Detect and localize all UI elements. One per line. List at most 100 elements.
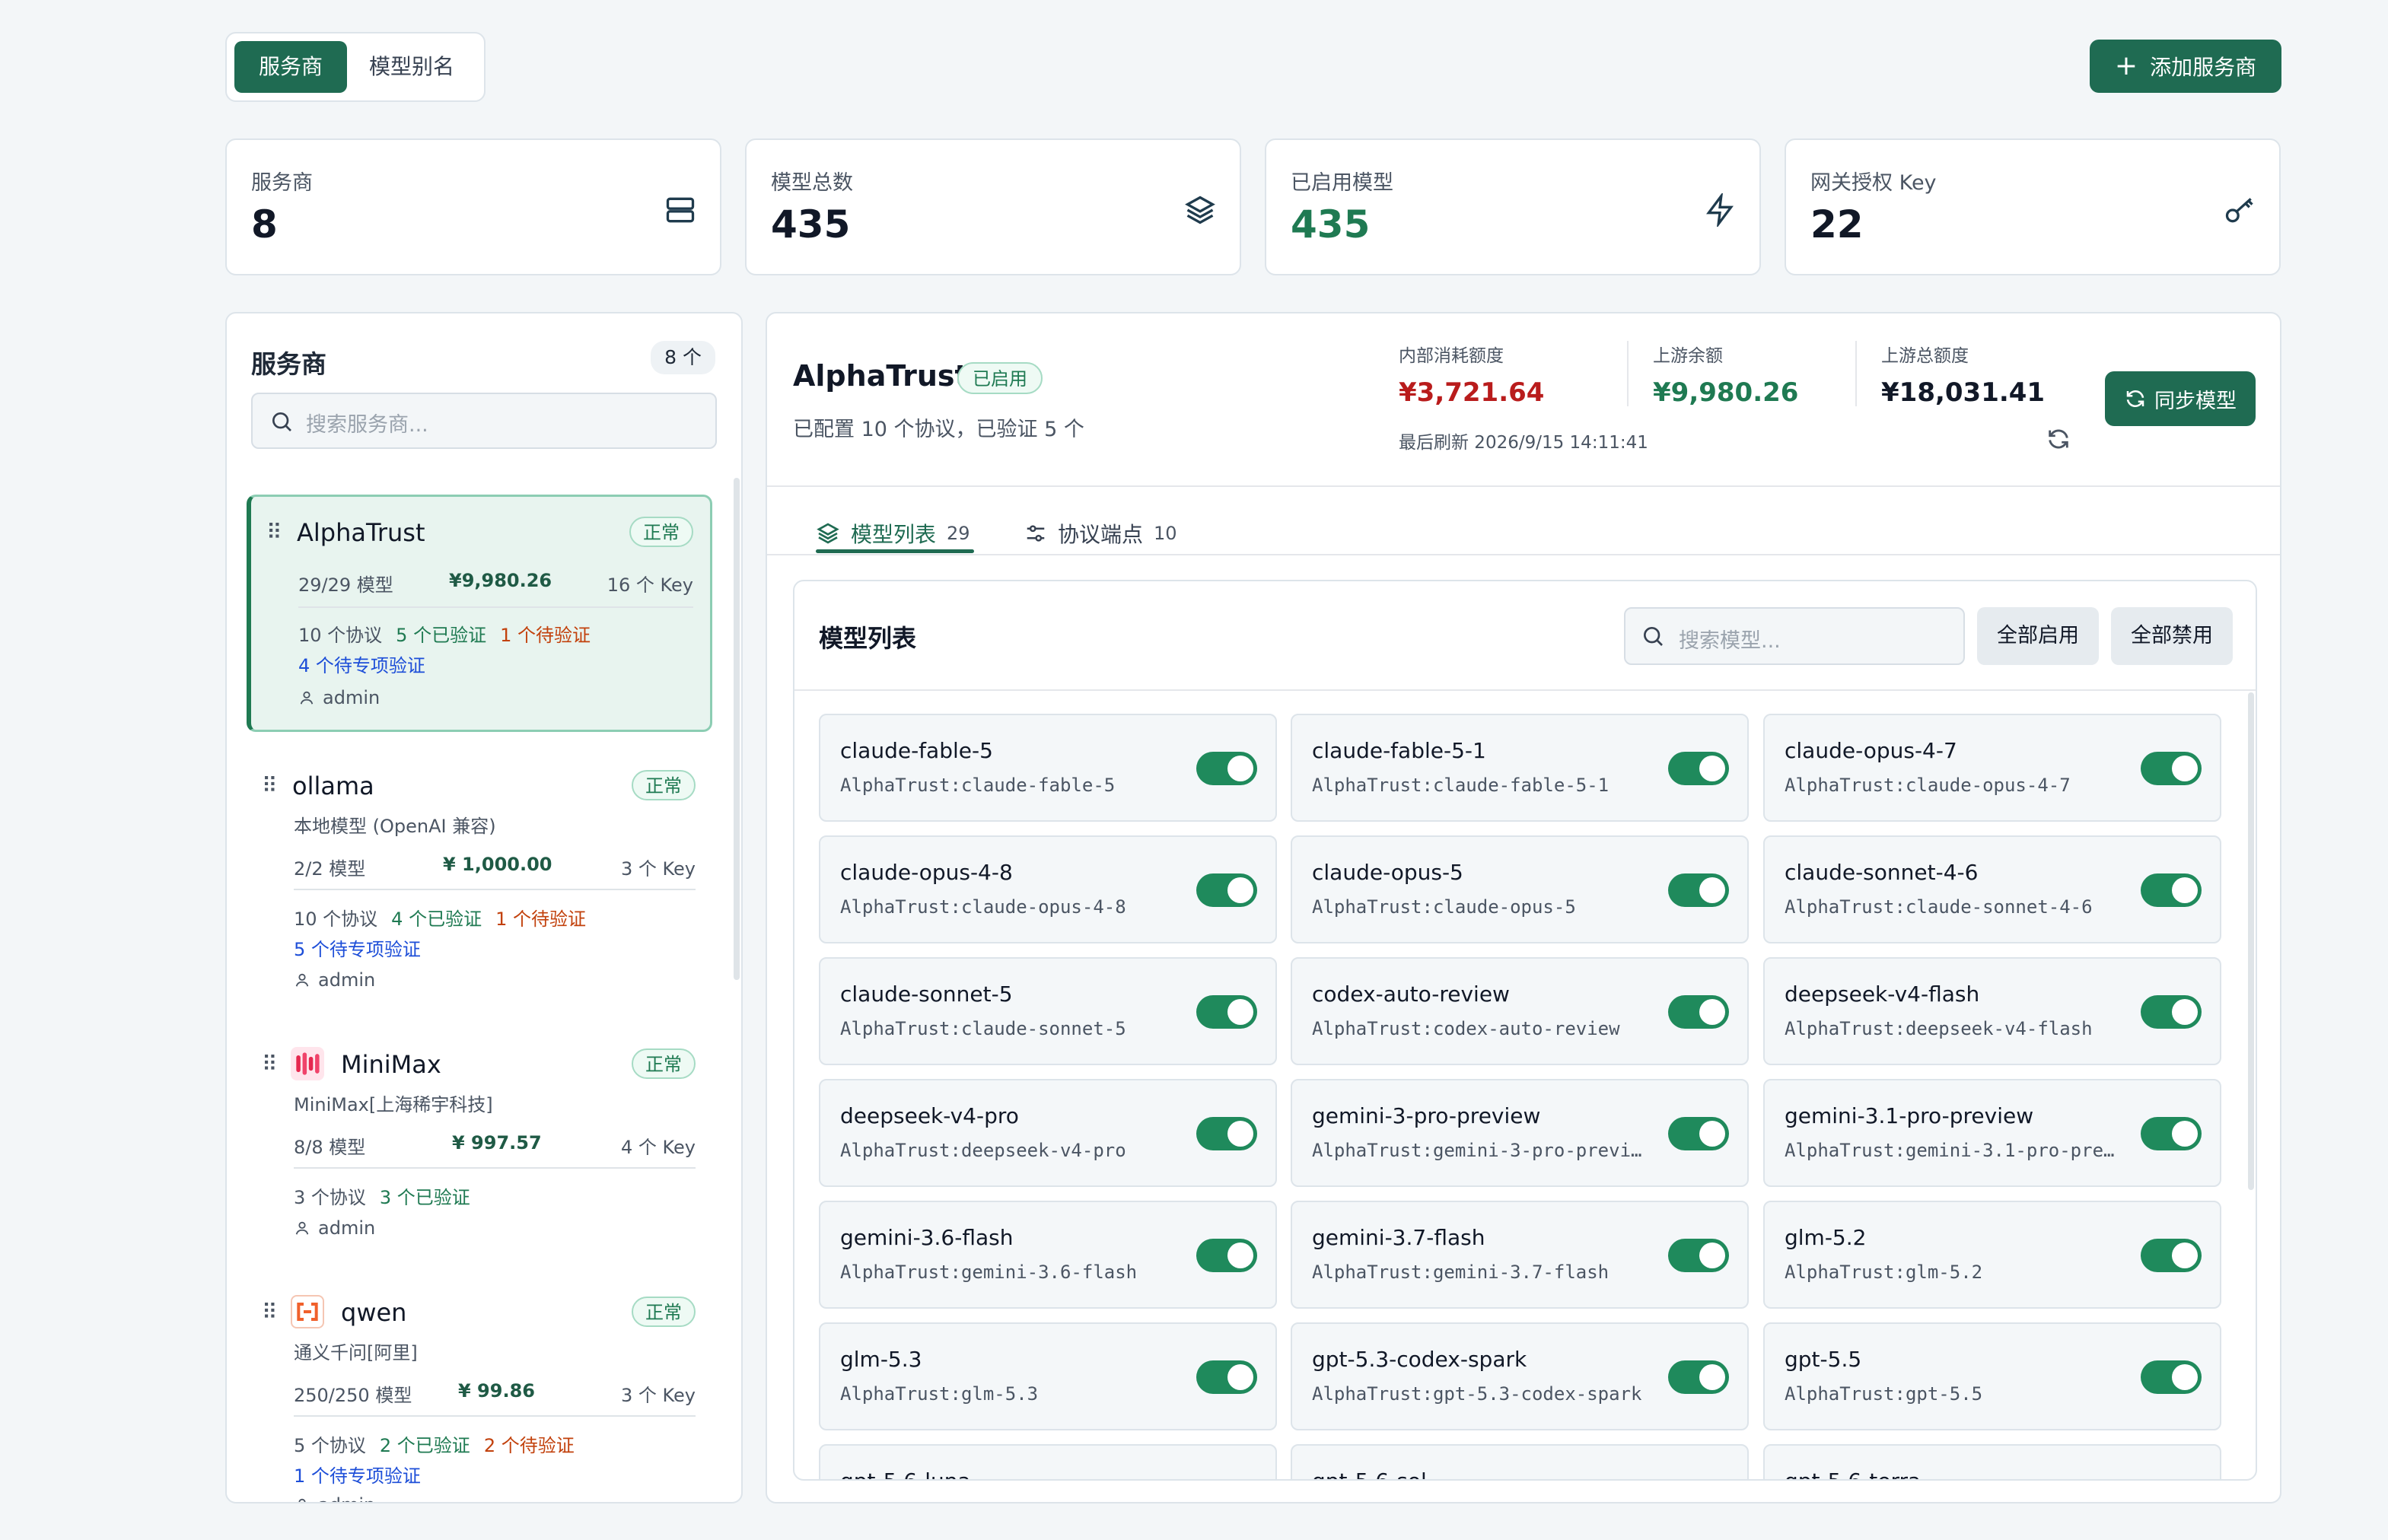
model-enable-toggle[interactable] <box>1196 873 1257 907</box>
model-enable-toggle[interactable] <box>1196 1360 1257 1394</box>
model-name: claude-fable-5-1 <box>1312 738 1486 763</box>
verified-count: 3 个已验证 <box>379 1187 470 1208</box>
provider-detail-description: 已配置 10 个协议，已验证 5 个 <box>793 418 1084 441</box>
model-name: claude-fable-5 <box>840 738 993 763</box>
enable-all-button[interactable]: 全部启用 <box>1977 607 2099 665</box>
model-enable-toggle[interactable] <box>2141 995 2202 1029</box>
model-id: AlphaTrust:claude-fable-5-1 <box>1312 775 1610 796</box>
refresh-icon[interactable] <box>2046 426 2071 452</box>
model-name: codex-auto-review <box>1312 982 1510 1007</box>
verified-count: 2 个已验证 <box>379 1435 470 1456</box>
model-name: gpt-5.5 <box>1785 1347 1862 1372</box>
divider <box>1855 341 1857 406</box>
provider-subtitle: 通义千问[阿里] <box>294 1342 418 1363</box>
tab-model-aliases[interactable]: 模型别名 <box>355 41 469 93</box>
minimax-logo-mark <box>296 1052 320 1075</box>
stat-value: 22 <box>1810 202 1864 247</box>
divider <box>298 606 693 608</box>
model-name: claude-sonnet-4-6 <box>1785 860 1979 885</box>
model-card: gemini-3.7-flash AlphaTrust:gemini-3.7-fl… <box>1291 1201 1749 1309</box>
model-search-placeholder: 搜索模型... <box>1679 629 1781 653</box>
model-id: AlphaTrust:glm-5.2 <box>1785 1262 1983 1283</box>
model-enable-toggle[interactable] <box>2141 1239 2202 1272</box>
model-enable-toggle[interactable] <box>1668 752 1729 785</box>
model-id: AlphaTrust:gpt-5.3-codex-spark <box>1312 1383 1642 1405</box>
model-card: codex-auto-review AlphaTrust:codex-auto-r… <box>1291 957 1749 1065</box>
stat-label: 模型总数 <box>771 171 853 195</box>
protocol-summary: 5 个协议 2 个已验证 2 个待验证 <box>294 1430 588 1457</box>
model-name: glm-5.2 <box>1785 1225 1867 1250</box>
tab-endpoints-label: 协议端点 <box>1058 522 1144 547</box>
provider-item-qwen[interactable]: ⠿ qwen 正常 通义千问[阿里] 250/250 模型 ¥ 99.86 3 … <box>247 1278 712 1502</box>
model-enable-toggle[interactable] <box>1196 1239 1257 1272</box>
model-enable-toggle[interactable] <box>1196 995 1257 1029</box>
drag-handle-icon[interactable]: ⠿ <box>266 520 282 545</box>
divider <box>294 889 696 890</box>
model-enable-toggle[interactable] <box>2141 752 2202 785</box>
provider-item-alphatrust[interactable]: ⠿ AlphaTrust 正常 29/29 模型 ¥9,980.26 16 个 … <box>247 495 712 732</box>
model-enable-toggle[interactable] <box>1196 752 1257 785</box>
owner-name: admin <box>323 687 380 708</box>
provider-balance: ¥9,980.26 <box>449 570 552 591</box>
provider-list-scrollbar[interactable] <box>734 478 740 980</box>
model-card: gemini-3.1-pro-preview AlphaTrust:gemini-… <box>1763 1079 2221 1187</box>
divider <box>294 1167 696 1169</box>
model-list-scrollbar[interactable] <box>2248 692 2254 1190</box>
owner-name: admin <box>318 1217 376 1239</box>
drag-handle-icon[interactable]: ⠿ <box>262 773 277 798</box>
model-enable-toggle[interactable] <box>1196 1117 1257 1150</box>
stat-card-gateway-keys: 网关授权 Key 22 <box>1785 138 2281 275</box>
qwen-logo-icon <box>291 1295 324 1328</box>
special-pending-count: 4 个待专项验证 <box>298 655 425 676</box>
model-enable-toggle[interactable] <box>2141 873 2202 907</box>
model-name: claude-sonnet-5 <box>840 982 1013 1007</box>
provider-subtitle: MiniMax[上海稀宇科技] <box>294 1094 493 1115</box>
model-count: 8/8 模型 <box>294 1137 366 1158</box>
sync-models-button[interactable]: 同步模型 <box>2105 371 2256 426</box>
model-card: claude-sonnet-4-6 AlphaTrust:claude-sonne… <box>1763 835 2221 943</box>
provider-item-ollama[interactable]: ⠿ ollama 正常 本地模型 (OpenAI 兼容) 2/2 模型 ¥ 1,… <box>247 752 712 1010</box>
model-name: gpt-5.6-luna <box>840 1468 971 1479</box>
model-enable-toggle[interactable] <box>1668 995 1729 1029</box>
tab-providers[interactable]: 服务商 <box>234 41 347 93</box>
provider-owner: admin <box>294 969 375 991</box>
model-card: gpt-5.6-sol <box>1291 1444 1749 1479</box>
stat-card-enabled-models: 已启用模型 435 <box>1265 138 1761 275</box>
stat-value: 8 <box>251 202 278 247</box>
model-enable-toggle[interactable] <box>1668 1360 1729 1394</box>
provider-panel-title: 服务商 <box>251 349 326 379</box>
model-list-card: 模型列表 搜索模型... 全部启用 全部禁用 claude-fable-5 Alp… <box>793 580 2257 1481</box>
model-enable-toggle[interactable] <box>1668 1239 1729 1272</box>
sync-icon <box>2126 390 2144 407</box>
model-enable-toggle[interactable] <box>1668 1117 1729 1150</box>
server-icon <box>666 197 695 223</box>
provider-search-input[interactable]: 搜索服务商... <box>251 393 717 449</box>
plus-icon: + <box>2114 50 2138 81</box>
disable-all-button[interactable]: 全部禁用 <box>2111 607 2233 665</box>
model-name: claude-opus-5 <box>1312 860 1463 885</box>
protocol-count: 10 个协议 <box>298 625 383 646</box>
model-enable-toggle[interactable] <box>2141 1117 2202 1150</box>
key-count: 3 个 Key <box>620 858 696 880</box>
model-name: gpt-5.3-codex-spark <box>1312 1347 1527 1372</box>
add-provider-button[interactable]: + 添加服务商 <box>2090 40 2281 93</box>
model-enable-toggle[interactable] <box>1668 873 1729 907</box>
model-id: AlphaTrust:claude-fable-5 <box>840 775 1116 796</box>
protocol-count: 10 个协议 <box>294 908 378 930</box>
provider-detail-name: AlphaTrust <box>793 359 969 393</box>
model-id: AlphaTrust:gpt-5.5 <box>1785 1383 1983 1405</box>
model-search-input[interactable]: 搜索模型... <box>1624 607 1965 665</box>
provider-search-placeholder: 搜索服务商... <box>306 413 428 437</box>
model-card: deepseek-v4-pro AlphaTrust:deepseek-v4-pr… <box>819 1079 1277 1187</box>
internal-usage-label: 内部消耗额度 <box>1399 346 1504 366</box>
model-enable-toggle[interactable] <box>2141 1360 2202 1394</box>
tab-endpoints[interactable]: 协议端点 10 <box>1024 507 1177 560</box>
drag-handle-icon[interactable]: ⠿ <box>262 1300 277 1325</box>
special-pending-count: 5 个待专项验证 <box>294 939 421 960</box>
model-name: gemini-3-pro-preview <box>1312 1103 1541 1128</box>
enabled-badge: 已启用 <box>957 362 1043 394</box>
provider-item-minimax[interactable]: ⠿ MiniMax 正常 MiniMax[上海稀宇科技] 8/8 模型 ¥ 99… <box>247 1030 712 1266</box>
tab-model-list-count: 29 <box>947 523 970 544</box>
provider-balance: ¥ 1,000.00 <box>443 854 552 875</box>
drag-handle-icon[interactable]: ⠿ <box>262 1052 277 1077</box>
